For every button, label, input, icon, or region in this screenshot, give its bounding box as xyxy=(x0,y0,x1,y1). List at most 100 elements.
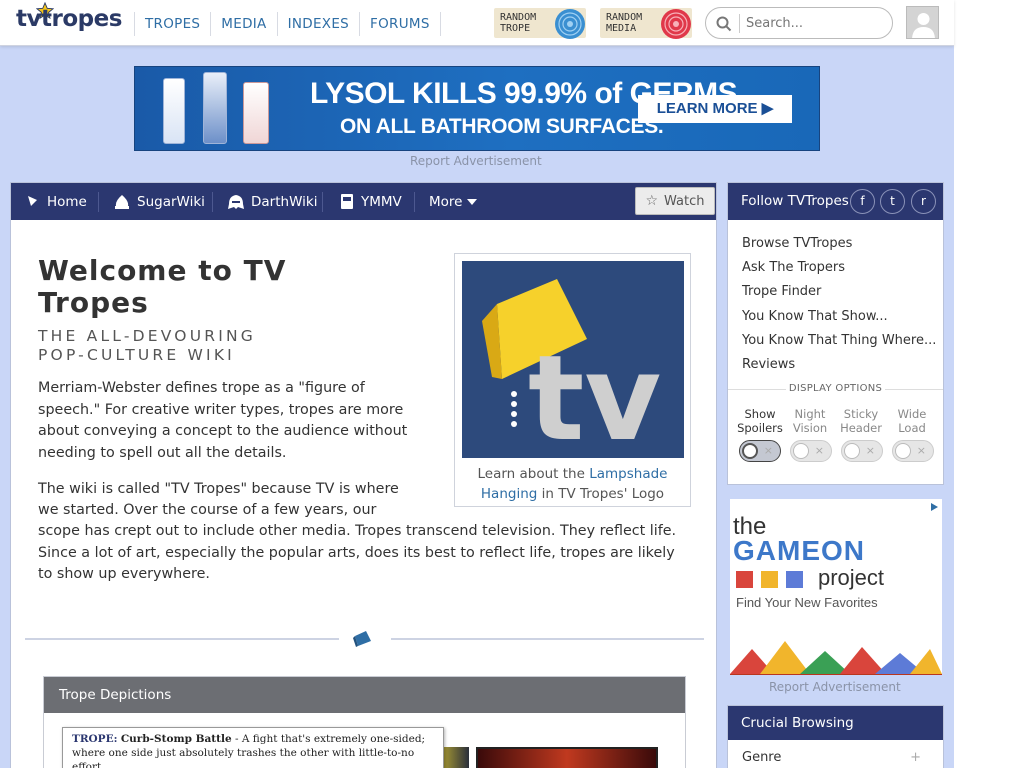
follow-sidebar: Follow TVTropes f t r Browse TVTropes As… xyxy=(727,182,944,485)
chevron-down-icon xyxy=(467,198,478,205)
random-media-button[interactable]: RANDOM MEDIA xyxy=(600,8,692,39)
sidebar-ad-art xyxy=(730,641,942,675)
watch-button[interactable]: ☆ Watch xyxy=(635,187,715,215)
random-trope-button[interactable]: RANDOM TROPE xyxy=(494,8,586,39)
section-divider-right xyxy=(391,638,704,640)
trope-depictions-panel: Trope Depictions TROPE: Curb-Stomp Battl… xyxy=(43,676,686,768)
logo-letters: tv xyxy=(528,329,661,458)
crucial-genre-item[interactable]: Genre xyxy=(742,750,781,765)
nav-media[interactable]: MEDIA xyxy=(210,12,276,36)
toggle-knob xyxy=(895,443,911,459)
ymmv-icon xyxy=(341,194,353,209)
depiction-image-2[interactable] xyxy=(476,747,658,768)
section-divider-left xyxy=(25,638,339,640)
nav-divider xyxy=(322,192,323,212)
home-icon xyxy=(28,195,37,206)
ad-learn-more-button[interactable]: LEARN MORE ▶ xyxy=(638,95,792,123)
search-input[interactable] xyxy=(746,13,886,33)
crucial-browsing-panel: Crucial Browsing Genre + xyxy=(727,705,944,768)
logo-text: tvtropes xyxy=(16,6,122,32)
nav-divider xyxy=(414,192,415,212)
sidebar-ad-project: project xyxy=(818,565,885,590)
sidebar-link-know-show[interactable]: You Know That Show... xyxy=(742,305,943,329)
nav-ymmv[interactable]: YMMV xyxy=(339,183,402,220)
wiki-name-line-1: The wiki is called "TV Tropes" because T… xyxy=(38,481,399,497)
nav-indexes[interactable]: INDEXES xyxy=(276,12,359,36)
nav-sugarwiki[interactable]: SugarWiki xyxy=(113,183,205,220)
toggle-knob xyxy=(793,443,809,459)
scrollbar-track[interactable] xyxy=(954,0,1024,768)
nav-home-label: Home xyxy=(47,193,87,210)
expand-plus-icon[interactable]: + xyxy=(910,750,921,765)
main-nav-bar: Home SugarWiki DarthWiki YMMV More ☆ Wat… xyxy=(11,183,716,220)
sidebar-link-reviews[interactable]: Reviews xyxy=(742,353,943,377)
ad-bottle-2 xyxy=(203,72,227,144)
nav-home[interactable]: Home xyxy=(25,183,87,220)
follow-title: Follow TVTropes xyxy=(741,193,849,209)
facebook-icon[interactable]: f xyxy=(850,189,875,214)
sidebar-link-know-thing[interactable]: You Know That Thing Where... xyxy=(742,329,943,353)
trope-depictions-header: Trope Depictions xyxy=(44,677,685,713)
trope-tooltip[interactable]: TROPE: Curb-Stomp Battle - A fight that'… xyxy=(62,727,444,768)
watch-label: Watch xyxy=(664,193,705,209)
intro-paragraph: Merriam-Webster defines trope as a "figu… xyxy=(38,380,408,461)
toggle-off-icon: × xyxy=(763,444,773,457)
nav-tropes[interactable]: TROPES xyxy=(134,12,210,36)
ad-bottle-1 xyxy=(163,78,185,144)
ad-bottle-3 xyxy=(243,82,269,144)
night-vision-toggle[interactable]: × xyxy=(790,440,832,462)
show-spoilers-toggle[interactable]: × xyxy=(739,440,781,462)
sidebar-advertisement[interactable]: the GAMEON project Find Your New Favorit… xyxy=(730,499,942,675)
trope-tooltip-label: TROPE: xyxy=(72,733,118,745)
tvtropes-logo[interactable]: tvtropes xyxy=(16,2,122,32)
night-vision-label: Night Vision xyxy=(792,407,828,435)
toggle-off-icon: × xyxy=(865,444,875,457)
lampshade-logo-image[interactable]: tv xyxy=(462,261,684,458)
random-trope-dial-icon xyxy=(555,9,585,39)
sidebar-ad-block-yellow xyxy=(761,571,778,588)
nav-darthwiki-label: DarthWiki xyxy=(251,193,318,210)
report-ad-link[interactable]: Report Advertisement xyxy=(410,154,542,168)
nav-more-dropdown[interactable]: More xyxy=(429,183,484,220)
sugarwiki-icon xyxy=(115,194,129,209)
user-avatar[interactable] xyxy=(906,6,939,39)
lampshade-divider-icon xyxy=(353,631,371,647)
top-nav: TROPES MEDIA INDEXES FORUMS xyxy=(134,12,441,36)
random-trope-label: RANDOM TROPE xyxy=(500,12,537,34)
darthwiki-icon xyxy=(228,194,244,209)
sidebar-ad-block-red xyxy=(736,571,753,588)
trope-tooltip-title: Curb-Stomp Battle xyxy=(120,733,232,745)
top-header: tvtropes TROPES MEDIA INDEXES FORUMS RAN… xyxy=(0,0,954,46)
twitter-icon[interactable]: t xyxy=(880,189,905,214)
crucial-browsing-header: Crucial Browsing xyxy=(728,706,943,740)
nav-divider xyxy=(212,192,213,212)
sidebar-link-trope-finder[interactable]: Trope Finder xyxy=(742,280,943,304)
ad-subheadline: ON ALL BATHROOM SURFACES. xyxy=(340,115,664,138)
logo-figure: tv Learn about the Lampshade Hanging in … xyxy=(454,253,691,507)
random-media-label: RANDOM MEDIA xyxy=(606,12,643,34)
sidebar-report-ad-link[interactable]: Report Advertisement xyxy=(769,680,901,694)
sticky-header-toggle[interactable]: × xyxy=(841,440,883,462)
follow-links: Browse TVTropes Ask The Tropers Trope Fi… xyxy=(728,220,943,377)
search-box[interactable] xyxy=(705,7,893,39)
reddit-icon[interactable]: r xyxy=(911,189,936,214)
sidebar-ad-tagline: Find Your New Favorites xyxy=(736,595,878,610)
wiki-name-line-2: we started. Over the course of a few yea… xyxy=(38,502,377,518)
nav-forums[interactable]: FORUMS xyxy=(359,12,441,36)
logo-caption: Learn about the Lampshade Hanging in TV … xyxy=(455,464,690,504)
page-title: Welcome to TV Tropes xyxy=(38,254,287,319)
nav-divider xyxy=(98,192,99,212)
logo-caption-post: in TV Tropes' Logo xyxy=(537,486,665,502)
sidebar-link-ask-tropers[interactable]: Ask The Tropers xyxy=(742,256,943,280)
user-avatar-icon xyxy=(912,13,935,38)
sidebar-link-browse[interactable]: Browse TVTropes xyxy=(742,232,943,256)
nav-darthwiki[interactable]: DarthWiki xyxy=(227,183,317,220)
top-advertisement[interactable]: LYSOL KILLS 99.9% of GERMS ON ALL BATHRO… xyxy=(134,66,820,151)
toggle-knob xyxy=(844,443,860,459)
nav-more-label: More xyxy=(429,193,463,210)
sidebar-ad-gameon: GAMEON xyxy=(733,535,865,566)
search-icon xyxy=(716,16,732,32)
show-spoilers-label: Show Spoilers xyxy=(737,407,783,435)
wide-load-toggle[interactable]: × xyxy=(892,440,934,462)
toggle-knob xyxy=(742,443,758,459)
